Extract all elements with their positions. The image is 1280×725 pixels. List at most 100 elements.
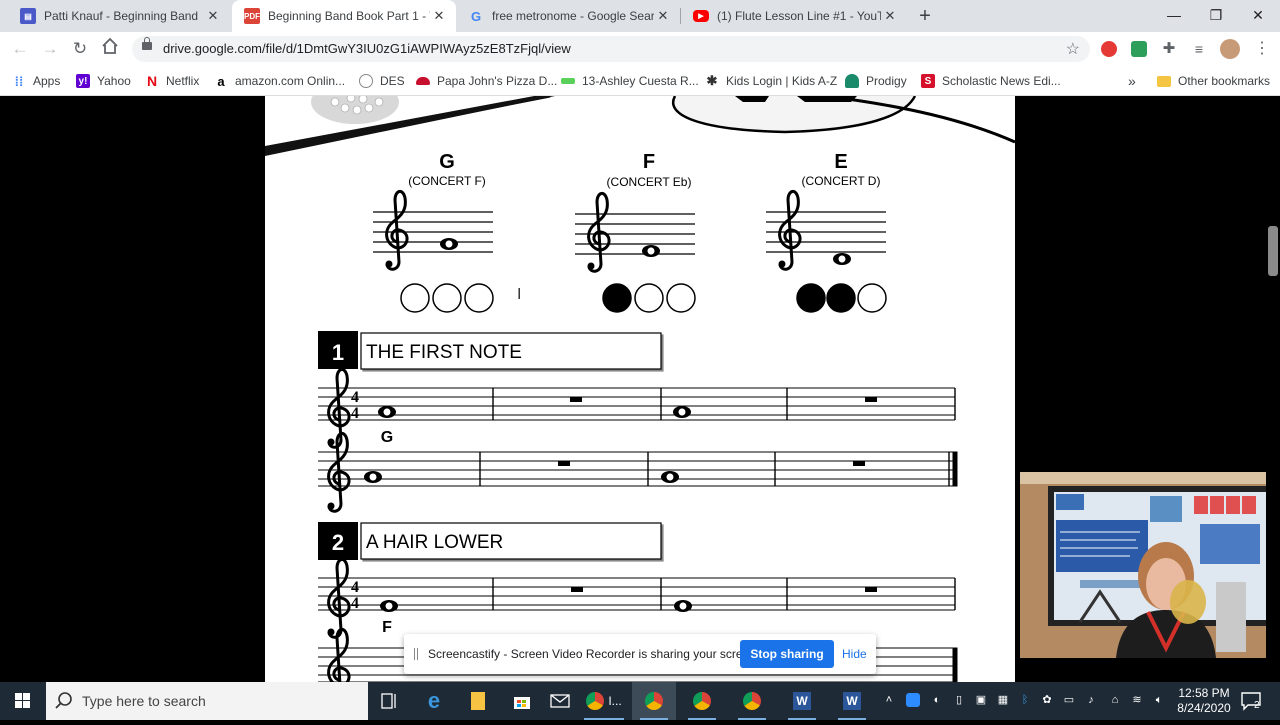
zoom-tray-icon[interactable] [906,693,920,707]
bluetooth-icon[interactable]: ᛒ [1018,693,1032,707]
word-icon: W [843,692,861,710]
forward-button[interactable]: → [38,37,62,61]
note-letter-label: F [382,619,392,636]
webcam-overlay [1020,472,1266,658]
tab-flute-lesson[interactable]: ▶ (1) Flute Lesson Line #1 - YouTub ✕ [681,0,907,32]
whole-note-icon [661,471,679,483]
treble-clef-icon [326,557,351,639]
fingering-chart-f [602,283,696,313]
start-button[interactable] [0,682,46,720]
folder-icon [1157,75,1171,87]
restore-button[interactable]: ❐ [1194,0,1238,32]
home-icon [102,37,118,54]
close-window-button[interactable]: ✕ [1236,0,1280,32]
wifi-icon[interactable]: ≋ [1130,693,1144,707]
whole-note-icon [364,471,382,483]
microphone-icon[interactable]: ♪ [1084,693,1098,707]
chrome-profile-2-button[interactable] [730,682,774,720]
exercise-1-staff-1 [318,387,956,421]
profile-avatar[interactable] [1220,39,1240,59]
chrome-menu-icon[interactable]: ⋮ [1254,41,1270,57]
extensions-puzzle-icon[interactable]: ✚ [1161,41,1177,57]
bookmark-yahoo[interactable]: y! Yahoo [76,72,131,90]
time-signature: 4 [351,389,359,406]
tray-app-icon[interactable]: ▣ [974,693,988,707]
des-icon [359,74,373,88]
word-2-taskbar-button[interactable]: W [830,682,874,720]
bookmark-prodigy[interactable]: Prodigy [845,72,907,90]
tab-patti-knauf[interactable]: ▤ Patti Knauf - Beginning Band ✕ [8,0,230,32]
papa-johns-icon [416,77,430,85]
tray-app-icon[interactable]: ▦ [996,693,1010,707]
tray-app-icon[interactable]: ▯ [952,693,966,707]
sheet-music: G (CONCERT F) F (CONCERT Eb) E (CONCERT … [265,96,1015,682]
taskbar-search-box[interactable]: Type here to search [46,682,368,720]
chrome-icon [645,692,663,710]
store-icon [514,697,530,709]
more-bookmarks-button[interactable]: » [1128,72,1136,90]
new-tab-button[interactable]: + [914,4,936,28]
exercise-number: 2 [332,530,344,555]
whole-note-icon [673,406,691,418]
file-explorer-button[interactable] [456,682,500,720]
edge-taskbar-button[interactable]: e [412,682,456,720]
bookmark-papa-johns[interactable]: Papa John's Pizza D... [416,72,557,90]
close-tab-icon[interactable]: ✕ [654,8,672,24]
notifications-button[interactable]: 2 [1240,690,1262,712]
text-cursor-icon: I [517,286,522,303]
bookmark-star-icon[interactable]: ☆ [1066,39,1080,59]
scrollbar-thumb[interactable] [1268,226,1278,276]
bookmark-scholastic[interactable]: S Scholastic News Edi... [921,72,1061,90]
scholastic-icon: S [921,74,935,88]
other-bookmarks-folder[interactable]: Other bookmarks [1157,72,1270,90]
extension-green-icon[interactable] [1131,41,1147,57]
bookmark-netflix[interactable]: N Netflix [145,72,199,90]
address-bar[interactable]: drive.google.com/file/d/1DmtGwY3IU0zG1iA… [132,36,1090,62]
drag-handle-icon[interactable] [414,648,418,660]
task-view-button[interactable] [368,682,412,720]
stop-sharing-button[interactable]: Stop sharing [740,640,834,668]
chrome-profile-button[interactable] [680,682,724,720]
volume-icon[interactable]: 🔈︎ [1152,693,1166,707]
close-tab-icon[interactable]: ✕ [881,8,899,24]
word-taskbar-button[interactable]: W [780,682,824,720]
tab-free-metronome[interactable]: G free metronome - Google Search ✕ [456,0,680,32]
extension-red-icon[interactable] [1101,41,1117,57]
tray-overflow-icon[interactable]: ˄ [882,693,896,707]
prodigy-icon [845,74,859,88]
ashley-icon [561,78,575,84]
system-clock[interactable]: 12:58 PM 8/24/2020 [1168,686,1240,716]
whole-note-icon [380,600,398,612]
tab-title: free metronome - Google Search [492,9,654,23]
bookmark-des[interactable]: DES [359,72,405,90]
bookmark-amazon[interactable]: a amazon.com Onlin... [214,72,345,90]
bookmark-kids-az[interactable]: ✱ Kids Login | Kids A-Z [705,72,838,90]
back-button[interactable]: ← [8,37,32,61]
media-queue-icon[interactable]: ≡ [1191,41,1207,57]
bookmark-apps[interactable]: ⁞⁞ Apps [12,72,61,90]
apps-grid-icon: ⁞⁞ [14,73,24,89]
notification-count: 2 [1254,700,1260,711]
home-button[interactable] [98,37,122,61]
close-tab-icon[interactable]: ✕ [430,8,448,24]
close-tab-icon[interactable]: ✕ [204,8,222,24]
url-text: drive.google.com/file/d/1DmtGwY3IU0zG1iA… [163,41,571,56]
tray-app-icon[interactable]: ◐ [930,693,944,707]
whole-rest-icon [853,461,865,466]
bookmark-ashley-cuesta[interactable]: 13-Ashley Cuesta R... [561,72,699,90]
tab-beginning-band-book[interactable]: PDF Beginning Band Book Part 1 - Tru ✕ [232,0,456,32]
treble-clef-icon [777,189,802,271]
note-concert-e: (CONCERT D) [802,174,881,188]
sharing-message: Screencastify - Screen Video Recorder is… [428,647,760,661]
minimize-button[interactable]: — [1152,0,1196,32]
chrome-active-button[interactable] [632,682,676,720]
tray-app-icon[interactable]: ✿ [1040,693,1054,707]
tray-app-icon[interactable]: ▭ [1062,693,1076,707]
clock-date: 8/24/2020 [1177,701,1231,715]
treble-clef-icon [586,191,611,273]
tab-title: (1) Flute Lesson Line #1 - YouTub [717,9,881,23]
network-icon[interactable]: ⌂ [1108,693,1122,707]
reload-button[interactable]: ↻ [68,37,92,61]
hide-button[interactable]: Hide [842,647,867,661]
chrome-window-button[interactable]: I... [576,682,632,720]
